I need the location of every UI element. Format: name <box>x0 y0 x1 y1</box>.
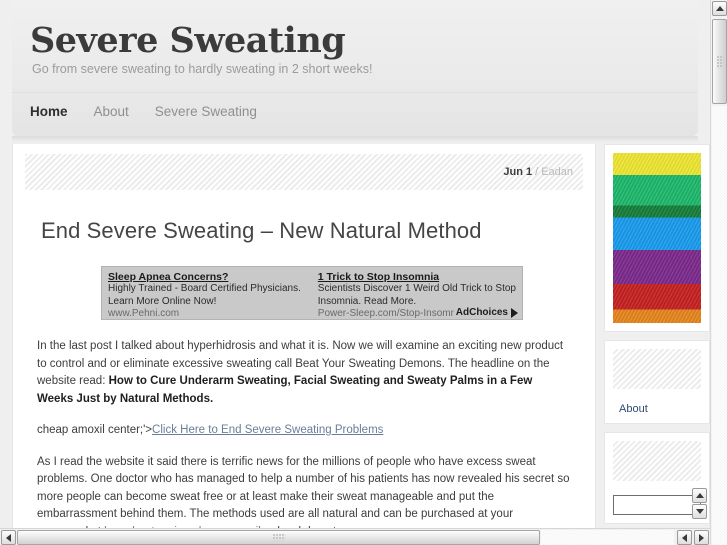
site-tagline: Go from severe sweating to hardly sweati… <box>32 62 373 76</box>
ad-slot-1: Sleep Apnea Concerns? Highly Trained - B… <box>102 267 312 319</box>
scroll-grip-icon <box>716 55 723 68</box>
search-input[interactable] <box>613 495 701 515</box>
meta-separator: / <box>535 166 539 178</box>
scroll-up-button[interactable] <box>712 1 727 16</box>
ad-headline[interactable]: 1 Trick to Stop Insomnia <box>318 271 516 283</box>
adchoices-label: AdChoices <box>455 307 508 318</box>
ad-url: www.Pehni.com <box>108 308 180 319</box>
vertical-scroll-thumb[interactable] <box>712 19 727 104</box>
content-layout: Jun 1 / Eadan End Severe Sweating – New … <box>0 144 710 545</box>
chevron-left-icon <box>6 533 11 542</box>
ad-description-line: Learn More Online Now! <box>108 295 217 307</box>
web-page: Severe Sweating Go from severe sweating … <box>0 0 710 545</box>
ad-description-line: Highly Trained - Board Certified Physici… <box>108 283 301 294</box>
article-column: Jun 1 / Eadan End Severe Sweating – New … <box>12 144 596 545</box>
scroll-right-button[interactable] <box>694 530 709 545</box>
paragraph-2-prefix: cheap amoxil center;'> <box>37 424 153 436</box>
adchoices-triangle-icon <box>511 307 518 318</box>
horizontal-scroll-thumb[interactable] <box>17 529 540 545</box>
chevron-right-icon <box>699 533 704 542</box>
scroll-grip-icon <box>272 533 285 541</box>
scroll-up-button[interactable] <box>692 488 707 503</box>
paragraph-1: In the last post I talked about hyperhid… <box>37 338 571 408</box>
nav-item-home[interactable]: Home <box>30 104 68 119</box>
widget-title-bar <box>613 441 701 481</box>
ad-headline[interactable]: Sleep Apnea Concerns? <box>108 271 306 283</box>
scroll-left-button-2[interactable] <box>677 530 692 545</box>
paragraph-2: cheap amoxil center;'>Click Here to End … <box>37 422 571 440</box>
post-date: Jun 1 <box>503 166 533 178</box>
chevron-down-icon <box>695 509 704 514</box>
paragraph-1-bold: How to Cure Underarm Sweating, Facial Sw… <box>37 375 533 405</box>
widget-title-bar <box>613 349 701 389</box>
nav-item-about[interactable]: About <box>94 104 129 119</box>
main-navigation: Home About Severe Sweating <box>12 92 698 130</box>
post-title: End Severe Sweating – New Natural Method <box>41 218 482 243</box>
post-author[interactable]: Eadan <box>541 166 573 178</box>
site-title: Severe Sweating <box>30 20 346 61</box>
chevron-left-icon <box>682 533 687 542</box>
ad-description-line: Scientists Discover 1 Weird Old Trick to… <box>317 283 516 294</box>
browser-viewport: Severe Sweating Go from severe sweating … <box>0 0 727 545</box>
horizontal-scroll-buttons <box>676 529 710 545</box>
sidebar-widget-image <box>604 144 710 332</box>
nav-item-severe-sweating[interactable]: Severe Sweating <box>155 104 257 119</box>
scroll-left-button[interactable] <box>1 530 16 545</box>
sidebar-widget-pages: About <box>604 340 710 424</box>
end-sweating-link[interactable]: Click Here to End Severe Sweating Proble… <box>152 424 383 436</box>
post-meta-bar: Jun 1 / Eadan <box>25 154 583 190</box>
chevron-up-icon <box>715 6 724 11</box>
horizontal-scrollbar[interactable] <box>0 528 710 545</box>
adchoices-badge[interactable]: AdChoices <box>453 307 520 318</box>
site-header: Severe Sweating Go from severe sweating … <box>12 0 698 136</box>
post-body: In the last post I talked about hyperhid… <box>37 338 571 544</box>
advertisement-block: Sleep Apnea Concerns? Highly Trained - B… <box>101 266 523 320</box>
header-shadow <box>12 136 698 142</box>
inner-vertical-scrollbar[interactable] <box>691 487 708 521</box>
chevron-up-icon <box>695 493 704 498</box>
vertical-scroll-track[interactable] <box>712 106 727 545</box>
outer-vertical-scrollbar[interactable] <box>710 0 727 545</box>
horizontal-scroll-track[interactable] <box>541 530 674 545</box>
sidebar-link-about[interactable]: About <box>613 403 701 415</box>
scroll-down-button[interactable] <box>692 504 707 519</box>
sidebar: About <box>604 144 710 545</box>
decorative-landscape-image <box>613 153 701 323</box>
